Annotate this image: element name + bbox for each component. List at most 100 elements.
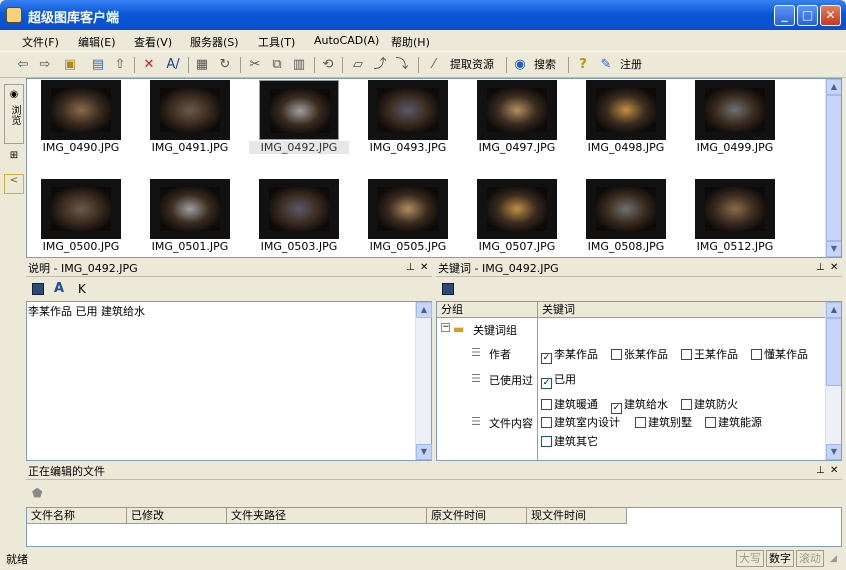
pin-icon[interactable]: ⊥ [816,262,825,273]
panel-close-icon[interactable]: ✕ [830,465,838,476]
back-icon[interactable]: ⇦ [16,56,30,74]
thumbnail-image[interactable] [695,80,775,140]
thumbnail-image[interactable] [695,179,775,239]
forward-icon[interactable]: ⇨ [38,56,52,74]
thumbnail-image[interactable] [259,179,339,239]
up-folder-icon[interactable]: ▣ [62,56,78,74]
scroll-up-icon[interactable]: ▲ [826,302,841,318]
keyword-scrollbar[interactable]: ▲ ▼ [825,302,841,460]
paste-icon[interactable]: ▥ [292,56,306,74]
keyword-checkbox[interactable]: 建筑别墅 [635,414,692,430]
collapse-tree-icon[interactable]: − [441,323,450,332]
keyword-checkbox[interactable]: 张某作品 [611,346,668,362]
menu-server[interactable]: 服务器(S) [190,34,239,50]
collapse-icon[interactable]: < [4,174,24,194]
column-header[interactable]: 已修改 [127,508,227,524]
thumbnail-caption[interactable]: IMG_0493.JPG [358,141,458,154]
search-icon[interactable]: ◉ [512,56,528,74]
group-author[interactable]: 作者 [489,346,511,362]
open-folder-icon[interactable]: ▱ [350,56,366,74]
register-button[interactable]: 注册 [616,56,646,74]
thumbnail-caption[interactable]: IMG_0491.JPG [140,141,240,154]
keyword-checkbox[interactable]: 建筑其它 [541,433,598,449]
thumbnail-caption[interactable]: IMG_0512.JPG [685,240,785,253]
upload-icon[interactable]: ⇧ [112,56,128,74]
gallery-scrollbar[interactable]: ▲ ▼ [825,79,841,257]
fetch-icon[interactable]: ⁄ [426,56,442,74]
keyword-checkbox[interactable]: ✓ 已用 [541,371,576,389]
save-icon[interactable] [442,283,454,295]
thumbnail-caption[interactable]: IMG_0507.JPG [467,240,567,253]
scroll-up-icon[interactable]: ▲ [826,79,841,95]
thumbnail-image[interactable] [477,179,557,239]
thumbnail-image[interactable] [41,80,121,140]
open-file-icon[interactable]: ⬟ [32,486,42,500]
menu-file[interactable]: 文件(F) [22,34,59,50]
pin-icon[interactable]: ⊥ [406,262,415,273]
thumbnail-caption[interactable]: IMG_0490.JPG [31,141,131,154]
thumbnail-caption[interactable]: IMG_0501.JPG [140,240,240,253]
panel-close-icon[interactable]: ✕ [830,262,838,273]
search-button[interactable]: 搜索 [530,56,560,74]
help-icon[interactable]: ? [576,56,590,74]
keyword-checkbox[interactable]: ✓ 建筑给水 [611,396,668,414]
thumbnail-image[interactable] [259,80,339,140]
keyword-checkbox[interactable]: 建筑能源 [705,414,762,430]
refresh-icon[interactable]: ↻ [218,56,232,74]
thumbnail-caption[interactable]: IMG_0497.JPG [467,141,567,154]
font-icon[interactable]: A [54,281,64,296]
thumbnail-image[interactable] [586,80,666,140]
thumbnail-image[interactable] [477,80,557,140]
description-scrollbar[interactable]: ▲ ▼ [415,302,432,460]
maximize-button[interactable]: □ [797,5,818,26]
save-icon[interactable] [32,283,44,295]
group-used[interactable]: 已使用过 [489,372,533,388]
connect-icon[interactable]: ▤ [90,56,106,74]
scroll-thumb[interactable] [826,318,841,386]
thumbnail-image[interactable] [150,179,230,239]
menu-view[interactable]: 查看(V) [134,34,172,50]
thumbnail-caption[interactable]: IMG_0508.JPG [576,240,676,253]
description-textarea[interactable]: 李某作品 已用 建筑给水 ▲ ▼ [26,301,432,461]
group-content[interactable]: 文件内容 [489,415,533,431]
export-icon[interactable]: ⤴ [372,56,388,74]
import-icon[interactable]: ⤵ [394,56,410,74]
delete-icon[interactable]: ✕ [142,56,156,74]
scroll-up-icon[interactable]: ▲ [416,302,432,318]
scroll-down-icon[interactable]: ▼ [826,444,841,460]
tree-icon[interactable]: ⊞ [4,150,24,172]
browse-tab[interactable]: ◉ 浏览 [4,84,24,144]
register-icon[interactable]: ✎ [598,56,614,74]
close-button[interactable]: ✕ [820,5,841,26]
keyword-checkbox[interactable]: 建筑暖通 [541,396,598,412]
sync-icon[interactable]: ⟲ [320,56,336,74]
keyword-checkbox[interactable]: 懂某作品 [751,346,808,362]
keyword-checkbox[interactable]: ✓ 李某作品 [541,346,598,364]
resize-grip-icon[interactable]: ◢ [830,554,837,564]
keyword-checkbox[interactable]: 建筑室内设计 [541,414,620,430]
thumbnail-image[interactable] [368,179,448,239]
thumbnail-image[interactable] [41,179,121,239]
thumbnail-image[interactable] [150,80,230,140]
thumbnail-caption[interactable]: IMG_0499.JPG [685,141,785,154]
scroll-down-icon[interactable]: ▼ [416,444,432,460]
thumbnail-image[interactable] [586,179,666,239]
menu-tools[interactable]: 工具(T) [258,34,295,50]
keyword-root[interactable]: 关键词组 [473,322,517,338]
scroll-down-icon[interactable]: ▼ [826,241,841,257]
thumbnail-caption[interactable]: IMG_0500.JPG [31,240,131,253]
cut-icon[interactable]: ✂ [248,56,262,74]
properties-icon[interactable]: ▦ [194,56,210,74]
thumbnail-caption[interactable]: IMG_0498.JPG [576,141,676,154]
column-header[interactable]: 文件名称 [27,508,127,524]
thumbnail-caption[interactable]: IMG_0503.JPG [249,240,349,253]
menu-help[interactable]: 帮助(H) [391,34,430,50]
thumbnail-caption[interactable]: IMG_0505.JPG [358,240,458,253]
keyword-icon[interactable]: K [78,282,86,296]
fetch-button[interactable]: 提取资源 [444,56,500,74]
thumbnail-caption[interactable]: IMG_0492.JPG [249,141,349,154]
keyword-checkbox[interactable]: 王某作品 [681,346,738,362]
menu-edit[interactable]: 编辑(E) [78,34,116,50]
column-header[interactable]: 文件夹路径 [227,508,427,524]
menu-autocad[interactable]: AutoCAD(A) [314,34,379,47]
